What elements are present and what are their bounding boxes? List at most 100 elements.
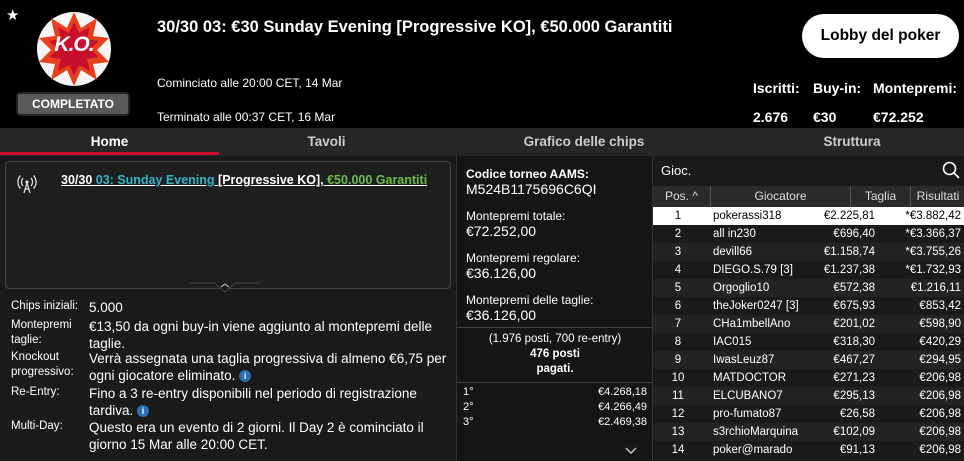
table-row[interactable]: 14 poker@marado €91,13 €206,98 (653, 441, 964, 459)
cell-position: 9 (674, 354, 682, 366)
buyin-value: €30 (813, 109, 837, 125)
prizepool-value: €72.252 (873, 109, 924, 125)
detail-value: 5.000 (89, 300, 123, 315)
cell-player: CHa1mbellAno (713, 318, 791, 330)
info-title[interactable]: 30/30 03: Sunday Evening [Progressive KO… (61, 173, 427, 187)
info-title-series: 30/30 (61, 173, 96, 187)
cell-result: €206,98 (919, 408, 961, 420)
prize-panel: Codice torneo AAMS: M524B1175696C6QI Mon… (456, 156, 653, 461)
detail-value-text: Verrà assegnata una taglia progressiva d… (89, 351, 447, 383)
detail-value: Fino a 3 re-entry disponibili nel period… (89, 385, 451, 419)
column-header-player[interactable]: Giocatore (711, 186, 851, 207)
table-row[interactable]: 12 pro-fumato87 €26,58 €206,98 (653, 405, 964, 423)
cell-bounty: €295,13 (833, 390, 875, 402)
cell-bounty: €102,09 (833, 426, 875, 438)
detail-value: Verrà assegnata una taglia progressiva d… (89, 350, 451, 384)
cell-player: all in230 (713, 228, 756, 240)
cell-bounty: €318,30 (833, 336, 875, 348)
tab-structure[interactable]: Struttura (742, 128, 962, 156)
buyin-label: Buy-in: (813, 80, 862, 96)
cell-player: theJoker0247 [3] (713, 300, 799, 312)
table-row[interactable]: 11 ELCUBANO7 €295,13 €206,98 (653, 387, 964, 405)
info-title-type: [Progressive KO] (218, 173, 321, 187)
detail-label: Multi-Day: (11, 420, 63, 432)
cell-position: 10 (671, 372, 685, 384)
table-row[interactable]: 4 DIEGO.S.79 [3] €1.237,38 *€1.732,93 (653, 261, 964, 279)
cell-result: €206,98 (919, 426, 961, 438)
tab-tables[interactable]: Tavoli (219, 128, 434, 156)
cell-player: DIEGO.S.79 [3] (713, 264, 793, 276)
places-line-2: 476 posti (530, 348, 580, 360)
cell-player: pokerassi318 (713, 210, 782, 222)
table-row[interactable]: 10 MATDOCTOR €271,23 €206,98 (653, 369, 964, 387)
ko-badge: K.O. COMPLETATO (16, 6, 130, 116)
active-tab-indicator (0, 152, 219, 155)
regular-prize-value: €36.126,00 (466, 265, 537, 281)
cell-bounty: €2.225,81 (823, 210, 875, 222)
cell-position: 5 (674, 282, 682, 294)
cell-result: €420,29 (919, 336, 961, 348)
payout-position: 2° (463, 401, 474, 413)
cell-bounty: €26,58 (839, 408, 875, 420)
column-header-position[interactable]: Pos. ^ (653, 186, 711, 207)
tab-chip-graph[interactable]: Grafico delle chips (474, 128, 694, 156)
cell-bounty: €271,23 (833, 372, 875, 384)
detail-value: €13,50 da ogni buy-in viene aggiunto al … (89, 319, 432, 351)
prizepool-label: Montepremi: (873, 80, 957, 96)
cell-player: pro-fumato87 (713, 408, 782, 420)
player-search-label: Gioc. (661, 163, 692, 178)
cell-result: *€3.755,26 (905, 246, 961, 258)
column-header-bounty[interactable]: Taglia (851, 186, 911, 207)
tournament-info-box: 30/30 03: Sunday Evening [Progressive KO… (5, 161, 451, 289)
search-icon[interactable] (942, 161, 960, 179)
payout-row: 1° €4.268,18 (461, 386, 647, 400)
broadcast-antenna-icon (17, 175, 37, 194)
table-row[interactable]: 9 IwasLeuz87 €467,27 €294,95 (653, 351, 964, 369)
table-row[interactable]: 7 CHa1mbellAno €201,02 €598,90 (653, 315, 964, 333)
cell-player: IAC015 (713, 336, 752, 348)
cell-bounty: €675,93 (833, 300, 875, 312)
cell-bounty: €201,02 (833, 318, 875, 330)
table-row[interactable]: 5 Orgoglio10 €572,38 €1.216,11 (653, 279, 964, 297)
payout-amount: €4.268,18 (598, 386, 647, 398)
table-row[interactable]: 13 s3rchioMarquina €102,09 €206,98 (653, 423, 964, 441)
chevron-down-icon[interactable] (625, 447, 637, 455)
table-row[interactable]: 1 pokerassi318 €2.225,81 *€3.882,42 (653, 207, 964, 225)
cell-result: *€3.882,42 (905, 210, 961, 222)
start-time: Cominciato alle 20:00 CET, 14 Mar (157, 76, 343, 90)
cell-result: €853,42 (919, 300, 961, 312)
places-line-3: pagati. (536, 363, 574, 375)
status-badge: COMPLETATO (16, 92, 130, 116)
cell-bounty: €467,27 (833, 354, 875, 366)
detail-value: Questo era un evento di 2 giorni. Il Day… (89, 420, 424, 452)
expand-notch-icon[interactable] (190, 280, 260, 294)
entrants-value: 2.676 (753, 109, 789, 125)
total-prize-label: Montepremi totale: (466, 209, 566, 223)
regular-prize-label: Montepremi regolare: (466, 251, 581, 265)
column-header-results[interactable]: Risultati (911, 186, 964, 207)
payout-amount: €4.266,49 (598, 401, 647, 413)
lobby-button[interactable]: Lobby del poker (802, 14, 959, 58)
divider (457, 382, 653, 383)
table-row[interactable]: 3 devill66 €1.158,74 *€3.755,26 (653, 243, 964, 261)
column-label: Pos. (665, 189, 690, 203)
cell-bounty: €1.158,74 (823, 246, 875, 258)
cell-result: *€1.732,93 (905, 264, 961, 276)
table-row[interactable]: 2 all in230 €696,40 *€3.366,37 (653, 225, 964, 243)
cell-position: 2 (674, 228, 682, 240)
cell-player: Orgoglio10 (713, 282, 770, 294)
detail-label: Re-Entry: (11, 386, 60, 398)
total-prize-value: €72.252,00 (466, 223, 537, 239)
detail-label: Knockout progressivo: (11, 351, 74, 378)
cell-position: 7 (674, 318, 682, 330)
info-icon[interactable]: i (137, 405, 150, 418)
player-search[interactable]: Gioc. (653, 156, 964, 184)
cell-result: €206,98 (919, 444, 961, 456)
cell-position: 13 (671, 426, 685, 438)
info-icon[interactable]: i (239, 370, 252, 383)
detail-label: Chips iniziali: (11, 300, 79, 312)
places-line-1: (1.976 posti, 700 re-entry) (488, 333, 622, 345)
table-row[interactable]: 8 IAC015 €318,30 €420,29 (653, 333, 964, 351)
table-row[interactable]: 6 theJoker0247 [3] €675,93 €853,42 (653, 297, 964, 315)
cell-bounty: €572,38 (833, 282, 875, 294)
